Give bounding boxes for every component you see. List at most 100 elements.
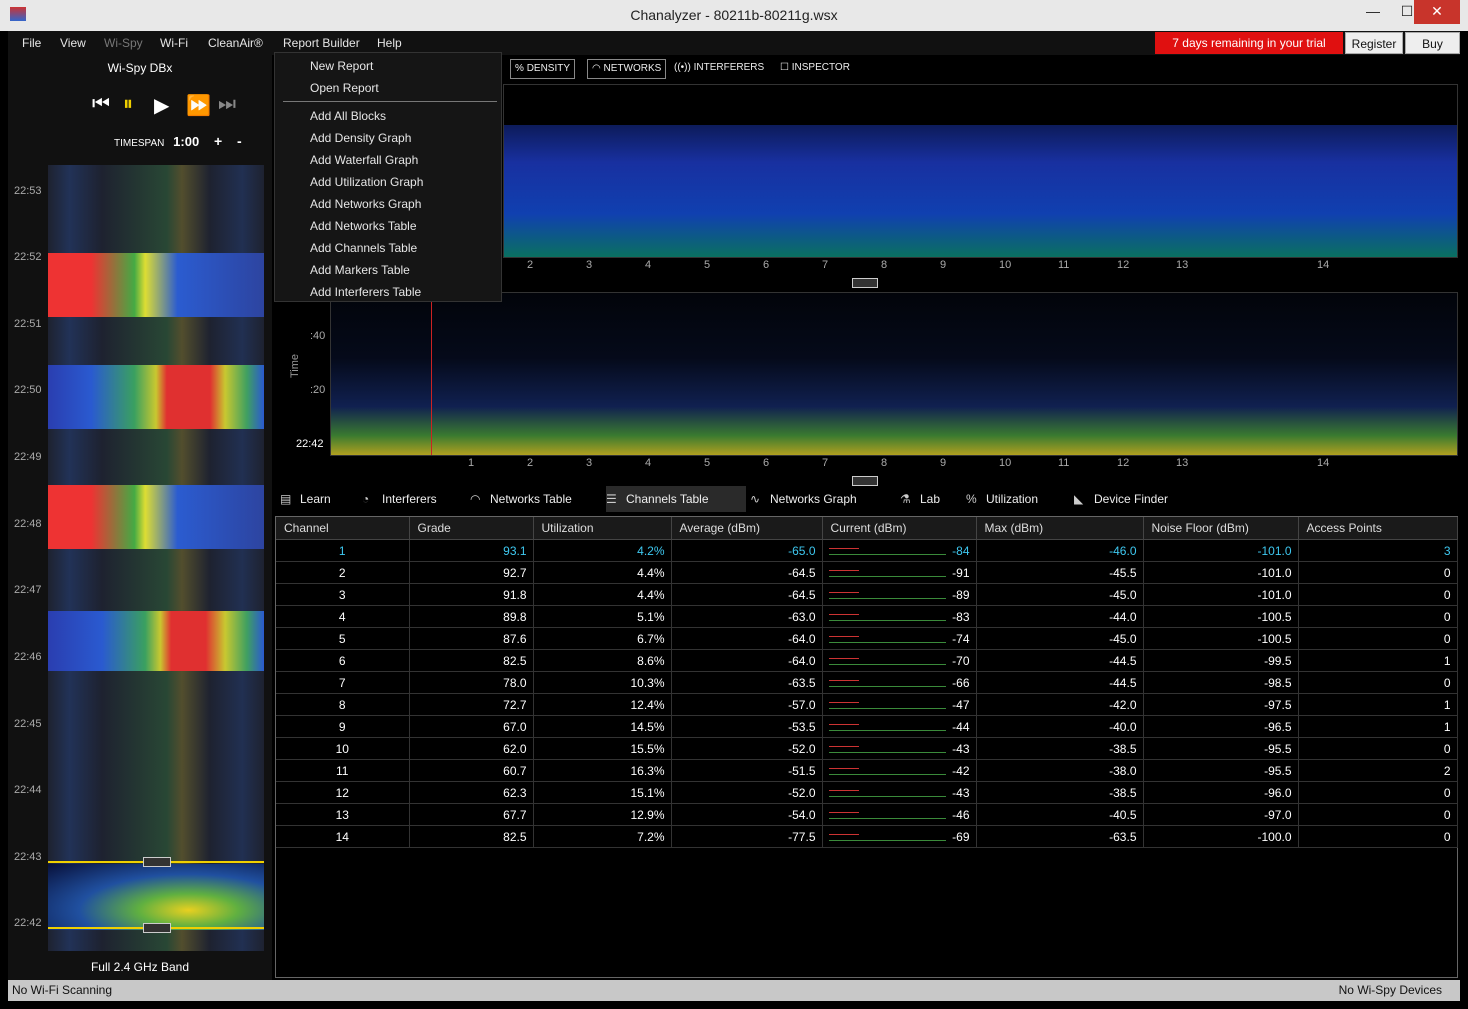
- networks-toggle[interactable]: ◠ NETWORKS: [587, 59, 667, 79]
- current-sparkline: [828, 730, 946, 731]
- tab-lab[interactable]: ⚗ Lab: [900, 486, 940, 512]
- menu-wispy[interactable]: Wi-Spy: [104, 36, 143, 50]
- register-button[interactable]: Register: [1345, 32, 1403, 54]
- trial-banner[interactable]: 7 days remaining in your trial: [1155, 32, 1343, 54]
- current-sparkline-peak: [828, 790, 859, 791]
- column-header[interactable]: Noise Floor (dBm): [1143, 517, 1299, 540]
- table-cell: 62.0: [409, 737, 534, 760]
- menu-report-builder[interactable]: Report Builder: [283, 36, 360, 50]
- channel-tick: 13: [1176, 457, 1189, 469]
- column-header[interactable]: Grade: [409, 517, 534, 540]
- range-start-handle[interactable]: [143, 857, 171, 867]
- play-icon[interactable]: ▶: [154, 93, 169, 118]
- table-cell: 16.3%: [533, 759, 672, 782]
- buy-button[interactable]: Buy: [1405, 32, 1460, 54]
- inspector-toggle[interactable]: ☐ INSPECTOR: [780, 59, 850, 77]
- current-sparkline: [828, 664, 946, 665]
- channel-tick: 10: [999, 259, 1012, 271]
- menu-item-add-networks-graph[interactable]: Add Networks Graph: [310, 197, 421, 211]
- table-row[interactable]: 3 91.8 4.4% -64.5 -89 -45.0 -101.0 0: [276, 583, 1458, 606]
- tab-learn-label: Learn: [300, 492, 331, 506]
- menu-file[interactable]: File: [22, 36, 41, 50]
- table-cell: 1: [276, 539, 410, 562]
- menu-item-add-all-blocks[interactable]: Add All Blocks: [310, 109, 386, 123]
- table-row[interactable]: 6 82.5 8.6% -64.0 -70 -44.5 -99.5 1: [276, 649, 1458, 672]
- table-row[interactable]: 12 62.3 15.1% -52.0 -43 -38.5 -96.0 0: [276, 781, 1458, 804]
- table-cell: -64.5: [671, 583, 823, 606]
- table-row[interactable]: 7 78.0 10.3% -63.5 -66 -44.5 -98.5 0: [276, 671, 1458, 694]
- tab-interferers[interactable]: ◔ Interferers: [362, 486, 437, 512]
- table-row[interactable]: 1 93.1 4.2% -65.0 -84 -46.0 -101.0 3: [276, 539, 1458, 562]
- menu-item-add-waterfall-graph[interactable]: Add Waterfall Graph: [310, 153, 418, 167]
- device-name: Wi-Spy DBx: [107, 61, 173, 75]
- tab-device-finder[interactable]: ◣ Device Finder: [1074, 486, 1168, 512]
- density-toggle[interactable]: % DENSITY: [510, 59, 576, 79]
- range-end-handle[interactable]: [143, 923, 171, 933]
- skip-back-icon[interactable]: ⏮: [92, 93, 110, 116]
- table-cell: 13: [276, 803, 410, 826]
- column-header[interactable]: Average (dBm): [671, 517, 823, 540]
- interferers-label: INTERFERERS: [693, 62, 765, 73]
- column-header[interactable]: Utilization: [533, 517, 672, 540]
- menu-item-open-report[interactable]: Open Report: [310, 81, 379, 95]
- current-value: -43: [952, 785, 970, 800]
- inspector-label: INSPECTOR: [791, 62, 850, 73]
- menu-item-add-interferers-table[interactable]: Add Interferers Table: [310, 285, 421, 299]
- table-cell: 6: [276, 649, 410, 672]
- menu-item-add-networks-table[interactable]: Add Networks Table: [310, 219, 417, 233]
- table-row[interactable]: 13 67.7 12.9% -54.0 -46 -40.5 -97.0 0: [276, 803, 1458, 826]
- table-row[interactable]: 2 92.7 4.4% -64.5 -91 -45.5 -101.0 0: [276, 561, 1458, 584]
- column-header[interactable]: Access Points: [1298, 517, 1458, 540]
- density-graph[interactable]: [503, 84, 1458, 258]
- timespan: TIMESPAN 1:00 + -: [114, 133, 242, 149]
- current-value: -83: [952, 609, 970, 624]
- tab-learn[interactable]: ▤ Learn: [280, 486, 331, 512]
- table-row[interactable]: 11 60.7 16.3% -51.5 -42 -38.0 -95.5 2: [276, 759, 1458, 782]
- column-header[interactable]: Max (dBm): [976, 517, 1144, 540]
- table-row[interactable]: 14 82.5 7.2% -77.5 -69 -63.5 -100.0 0: [276, 825, 1458, 848]
- minimize-button[interactable]: —: [1356, 0, 1390, 24]
- status-bar: No Wi-Fi Scanning No Wi-Spy Devices: [8, 980, 1460, 1001]
- menu-cleanair[interactable]: CleanAir®: [208, 36, 263, 50]
- table-row[interactable]: 5 87.6 6.7% -64.0 -74 -45.0 -100.5 0: [276, 627, 1458, 650]
- menu-item-add-utilization-graph[interactable]: Add Utilization Graph: [310, 175, 423, 189]
- table-cell: -45.5: [976, 561, 1144, 584]
- menu-view[interactable]: View: [60, 36, 86, 50]
- tab-networks-graph[interactable]: ∿ Networks Graph: [750, 486, 857, 512]
- table-row[interactable]: 8 72.7 12.4% -57.0 -47 -42.0 -97.5 1: [276, 693, 1458, 716]
- panel-splitter-handle[interactable]: [852, 278, 878, 288]
- interferers-toggle[interactable]: ((•)) INTERFERERS: [674, 59, 764, 77]
- pause-icon[interactable]: ⏸: [123, 93, 133, 116]
- table-cell: 10.3%: [533, 671, 672, 694]
- menu-wifi[interactable]: Wi-Fi: [160, 36, 188, 50]
- menu-item-new-report[interactable]: New Report: [310, 59, 373, 73]
- table-cell: -53.5: [671, 715, 823, 738]
- table-row[interactable]: 10 62.0 15.5% -52.0 -43 -38.5 -95.5 0: [276, 737, 1458, 760]
- timespan-minus-button[interactable]: -: [237, 133, 242, 149]
- time-cursor-line[interactable]: [431, 293, 432, 455]
- menu-item-add-channels-table[interactable]: Add Channels Table: [310, 241, 417, 255]
- column-header[interactable]: Current (dBm): [822, 517, 977, 540]
- current-sparkline: [828, 554, 946, 555]
- fast-forward-icon[interactable]: ⏩: [186, 93, 211, 118]
- menu-help[interactable]: Help: [377, 36, 402, 50]
- selected-range[interactable]: [48, 864, 264, 930]
- close-button[interactable]: ✕: [1414, 0, 1460, 24]
- device-status: No Wi-Spy Devices: [1338, 983, 1442, 997]
- waterfall-graph[interactable]: [330, 292, 1458, 456]
- tab-utilization[interactable]: % Utilization: [966, 486, 1038, 512]
- menu-item-add-density-graph[interactable]: Add Density Graph: [310, 131, 411, 145]
- table-cell: 0: [1298, 583, 1458, 606]
- timespan-plus-button[interactable]: +: [214, 133, 222, 149]
- table-row[interactable]: 4 89.8 5.1% -63.0 -83 -44.0 -100.5 0: [276, 605, 1458, 628]
- menu-item-add-markers-table[interactable]: Add Markers Table: [310, 263, 410, 277]
- tab-networks-table[interactable]: ◠ Networks Table: [470, 486, 572, 512]
- channel-tick: 6: [763, 259, 770, 271]
- skip-end-icon[interactable]: ⏭: [218, 93, 236, 116]
- table-cell: -95.5: [1143, 759, 1299, 782]
- table-cell: 92.7: [409, 561, 534, 584]
- panel-splitter-handle[interactable]: [852, 476, 878, 486]
- tab-channels-table[interactable]: ☰ Channels Table: [606, 486, 746, 512]
- column-header[interactable]: Channel: [276, 517, 410, 540]
- table-row[interactable]: 9 67.0 14.5% -53.5 -44 -40.0 -96.5 1: [276, 715, 1458, 738]
